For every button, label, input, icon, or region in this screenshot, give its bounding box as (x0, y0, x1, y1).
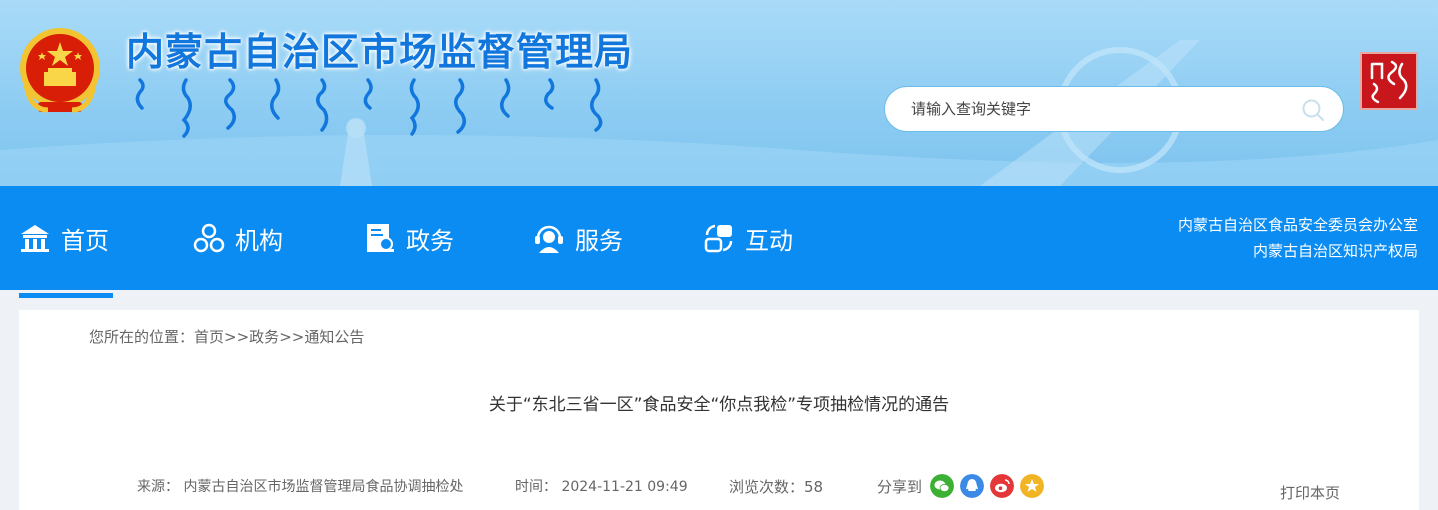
share-bar: 分享到 (877, 474, 1045, 498)
breadcrumb: 您所在的位置：首页>>政务>>通知公告 (89, 326, 364, 347)
qzone-icon[interactable] (1020, 474, 1045, 498)
nav-item-interact[interactable]: 互动 (703, 186, 793, 290)
gov-icon (367, 224, 394, 252)
qq-icon[interactable] (960, 474, 985, 498)
breadcrumb-gov[interactable]: 政务 (249, 328, 279, 346)
mongolian-seal-logo (1360, 52, 1418, 110)
breadcrumb-prefix: 您所在的位置： (89, 328, 195, 346)
link-ip-bureau[interactable]: 内蒙古自治区知识产权局 (1178, 238, 1418, 264)
nav-label-interact: 互动 (745, 226, 793, 255)
breadcrumb-home[interactable]: 首页 (194, 328, 224, 346)
nav-item-gov[interactable]: 政务 (364, 186, 454, 290)
service-icon (535, 225, 563, 253)
nav-item-service[interactable]: 服务 (533, 186, 623, 290)
link-food-safety-office[interactable]: 内蒙古自治区食品安全委员会办公室 (1178, 212, 1418, 238)
national-emblem-icon (20, 28, 100, 113)
views-label: 浏览次数： (729, 478, 805, 496)
article-source: 来源： 内蒙古自治区市场监督管理局食品协调抽检处 (137, 476, 463, 496)
nav-label-org: 机构 (235, 226, 283, 255)
main-nav: 首页 机构 政务 服务 互动 内蒙古自治区食品安全委员会办公室 内蒙古自治区知识… (0, 186, 1438, 298)
site-header: 内蒙古自治区市场监督管理局 (0, 0, 1438, 186)
home-icon (21, 225, 49, 252)
nav-label-gov: 政务 (406, 226, 454, 255)
seal-glyph-icon (1370, 60, 1408, 104)
breadcrumb-separator: >> (224, 328, 250, 346)
nav-external-links: 内蒙古自治区食品安全委员会办公室 内蒙古自治区知识产权局 (1178, 212, 1418, 264)
breadcrumb-notices[interactable]: 通知公告 (304, 328, 364, 346)
views-value: 58 (804, 478, 824, 496)
wechat-icon[interactable] (930, 474, 955, 498)
nav-label-home: 首页 (61, 226, 109, 255)
nav-item-home[interactable]: 首页 (19, 186, 113, 298)
search-icon[interactable] (1301, 98, 1325, 122)
search-box[interactable] (884, 86, 1344, 132)
search-input[interactable] (911, 96, 1281, 122)
article-time: 时间： 2024-11-21 09:49 (515, 476, 688, 496)
article-title: 关于“东北三省一区”食品安全“你点我检”专项抽检情况的通告 (488, 395, 950, 415)
time-value: 2024-11-21 09:49 (561, 479, 688, 495)
breadcrumb-separator: >> (279, 328, 305, 346)
nav-label-service: 服务 (575, 226, 623, 255)
weibo-icon[interactable] (990, 474, 1015, 498)
org-icon (193, 223, 225, 253)
article-views: 浏览次数：58 (729, 476, 823, 497)
share-label: 分享到 (877, 477, 923, 496)
article-panel: 您所在的位置：首页>>政务>>通知公告 关于“东北三省一区”食品安全“你点我检”… (19, 310, 1419, 510)
interact-icon (704, 224, 733, 253)
source-value: 内蒙古自治区市场监督管理局食品协调抽检处 (183, 479, 464, 495)
time-label: 时间： (515, 479, 557, 495)
site-title: 内蒙古自治区市场监督管理局 (126, 30, 634, 74)
mongolian-script-title (135, 78, 603, 138)
source-label: 来源： (137, 479, 179, 495)
nav-item-org[interactable]: 机构 (193, 186, 283, 290)
